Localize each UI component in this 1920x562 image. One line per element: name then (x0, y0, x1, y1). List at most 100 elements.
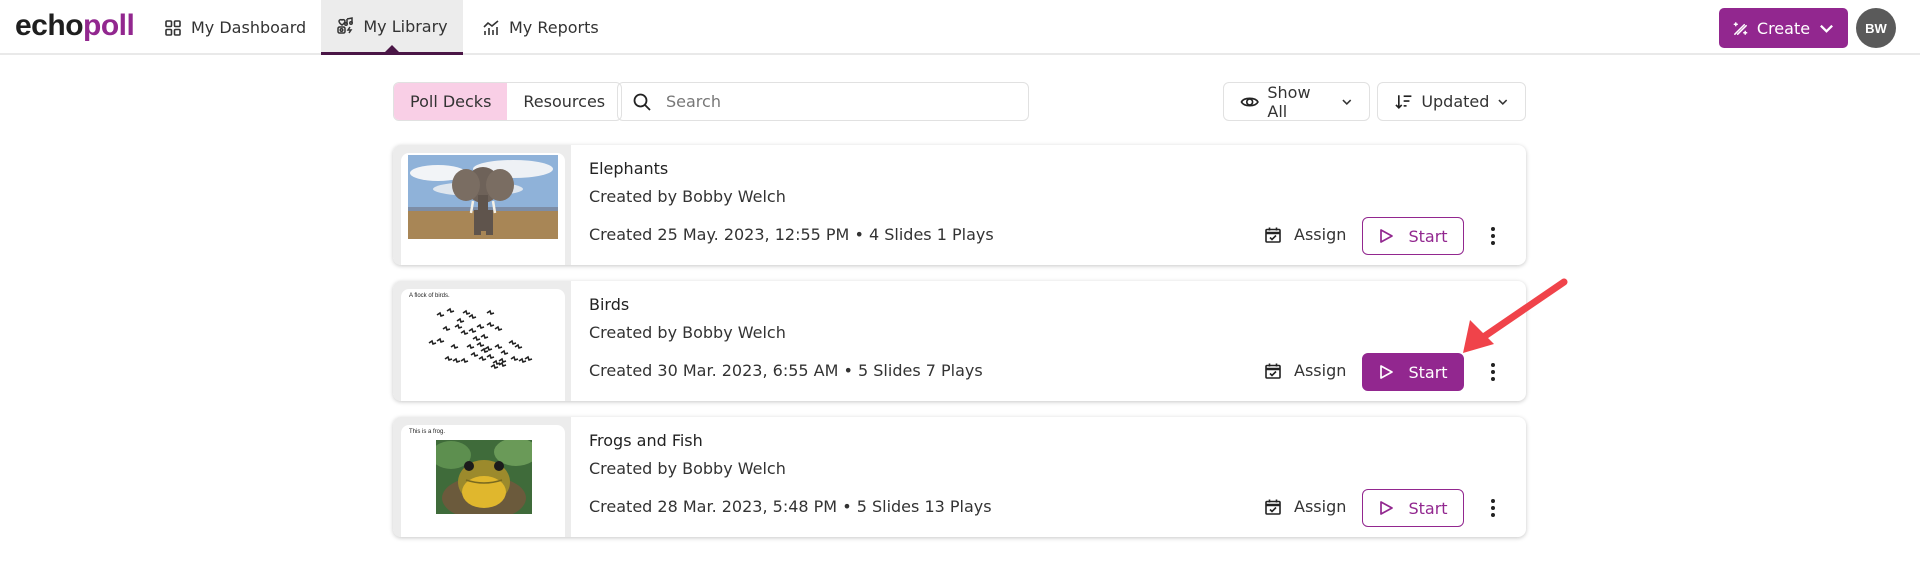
eye-icon (1240, 97, 1259, 106)
birds-image-shape (468, 313, 477, 320)
birds-image-shape (498, 357, 507, 364)
nav-tab-label: My Library (363, 16, 448, 36)
thumbnail-caption: A flock of birds. (409, 293, 450, 299)
birds-image-shape (462, 309, 471, 316)
thumbnail-caption: This is a frog. (409, 429, 446, 435)
create-button[interactable]: Create (1719, 8, 1848, 48)
birds-image-shape (466, 343, 475, 350)
birds-image-shape (436, 337, 445, 344)
deck-thumbnail[interactable]: This is a frog. (401, 425, 565, 537)
filter-label: Show All (1267, 82, 1311, 121)
thumbnail-column: This is a frog. (393, 417, 571, 537)
birds-image (428, 307, 533, 370)
calendar-check-icon (1265, 363, 1281, 379)
play-icon (1380, 501, 1394, 515)
poll-deck-card-birds[interactable]: A flock of birds. Birds Created by Bobby… (393, 281, 1526, 401)
birds-image-shape (436, 311, 445, 318)
deck-meta: Created 28 Mar. 2023, 5:48 PM • 5 Slides… (589, 497, 992, 516)
assign-button[interactable]: Assign (1264, 497, 1346, 516)
top-navigation-bar: echopoll My Dashboard My Library My Repo… (0, 0, 1920, 55)
logo-text-poll: poll (83, 9, 135, 42)
sort-dropdown[interactable]: Updated (1377, 82, 1526, 121)
library-type-toggle: Poll Decks Resources (393, 82, 623, 121)
deck-title[interactable]: Frogs and Fish (589, 431, 703, 450)
chevron-down-icon (1498, 99, 1508, 105)
birds-image-shape (476, 323, 485, 330)
start-label: Start (1408, 226, 1448, 246)
start-label: Start (1408, 498, 1448, 518)
start-button[interactable]: Start (1362, 489, 1464, 527)
calendar-check-icon (1265, 227, 1281, 243)
start-button[interactable]: Start (1362, 217, 1464, 255)
nav-tab-label: My Reports (509, 18, 599, 37)
nav-tab-my-reports[interactable]: My Reports (468, 0, 613, 55)
deck-author: Created by Bobby Welch (589, 323, 786, 342)
start-label: Start (1408, 362, 1448, 382)
dashboard-grid-icon (165, 19, 181, 36)
deck-thumbnail[interactable] (401, 153, 565, 265)
more-options-kebab-icon[interactable] (1487, 224, 1499, 248)
birds-image-shape (428, 339, 437, 346)
birds-image-shape (480, 333, 489, 340)
birds-image-shape (470, 351, 479, 358)
search-input[interactable] (666, 92, 1006, 111)
elephant-image-shape (474, 210, 481, 235)
deck-thumbnail[interactable]: A flock of birds. (401, 289, 565, 401)
thumbnail-column: A flock of birds. (393, 281, 571, 401)
birds-image-shape (476, 341, 485, 348)
birds-image-shape (514, 343, 523, 350)
user-avatar[interactable]: BW (1856, 8, 1896, 48)
birds-image-shape (486, 321, 495, 328)
elephant-image-shape (486, 169, 514, 201)
segment-resources[interactable]: Resources (507, 83, 621, 120)
birds-image-shape (460, 329, 469, 336)
elephant-image-shape (486, 210, 493, 235)
calendar-check-icon (1265, 499, 1281, 515)
poll-deck-card-frogs-and-fish[interactable]: This is a frog. Frogs and Fish Created b… (393, 417, 1526, 537)
birds-image-shape (442, 325, 451, 332)
chevron-down-icon (1820, 24, 1834, 33)
start-button[interactable]: Start (1362, 353, 1464, 391)
deck-meta: Created 25 May. 2023, 12:55 PM • 4 Slide… (589, 225, 994, 244)
echopoll-logo[interactable]: echopoll (15, 9, 135, 43)
logo-text-echo: echo (15, 9, 84, 42)
birds-image-shape (484, 345, 493, 352)
deck-author: Created by Bobby Welch (589, 187, 786, 206)
more-options-kebab-icon[interactable] (1487, 496, 1499, 520)
assign-label: Assign (1294, 361, 1347, 380)
nav-tab-my-library[interactable]: My Library (321, 0, 463, 55)
magic-wand-icon (1733, 21, 1748, 35)
frog-image-shape (464, 461, 474, 471)
assign-button[interactable]: Assign (1264, 361, 1346, 380)
play-icon (1380, 365, 1394, 379)
birds-image-shape (486, 309, 495, 316)
birds-image-shape (492, 359, 501, 366)
show-all-filter-dropdown[interactable]: Show All (1223, 82, 1370, 121)
elephant-image (408, 155, 558, 239)
birds-image-shape (478, 355, 487, 362)
deck-title[interactable]: Elephants (589, 159, 668, 178)
thumbnail-column (393, 145, 571, 265)
play-icon (1380, 229, 1394, 243)
birds-image-shape (490, 363, 499, 370)
nav-tab-my-dashboard[interactable]: My Dashboard (150, 0, 320, 55)
birds-image-shape (468, 327, 477, 334)
search-box (617, 82, 1029, 121)
birds-image-shape (498, 361, 507, 368)
segment-poll-decks[interactable]: Poll Decks (394, 83, 508, 120)
birds-image-shape (480, 347, 489, 354)
deck-title[interactable]: Birds (589, 295, 629, 314)
frog-image (436, 440, 532, 514)
poll-deck-card-elephants[interactable]: Elephants Created by Bobby Welch Created… (393, 145, 1526, 265)
birds-image-shape (456, 317, 465, 324)
chevron-down-icon (1342, 99, 1352, 105)
assign-button[interactable]: Assign (1264, 225, 1346, 244)
create-button-label: Create (1756, 18, 1811, 38)
birds-image-shape (524, 355, 533, 362)
birds-image-shape (494, 343, 503, 350)
more-options-kebab-icon[interactable] (1487, 360, 1499, 384)
birds-image-shape (450, 343, 459, 350)
birds-image-shape (500, 349, 509, 356)
birds-image-shape (510, 355, 519, 362)
birds-image-shape (460, 357, 469, 364)
